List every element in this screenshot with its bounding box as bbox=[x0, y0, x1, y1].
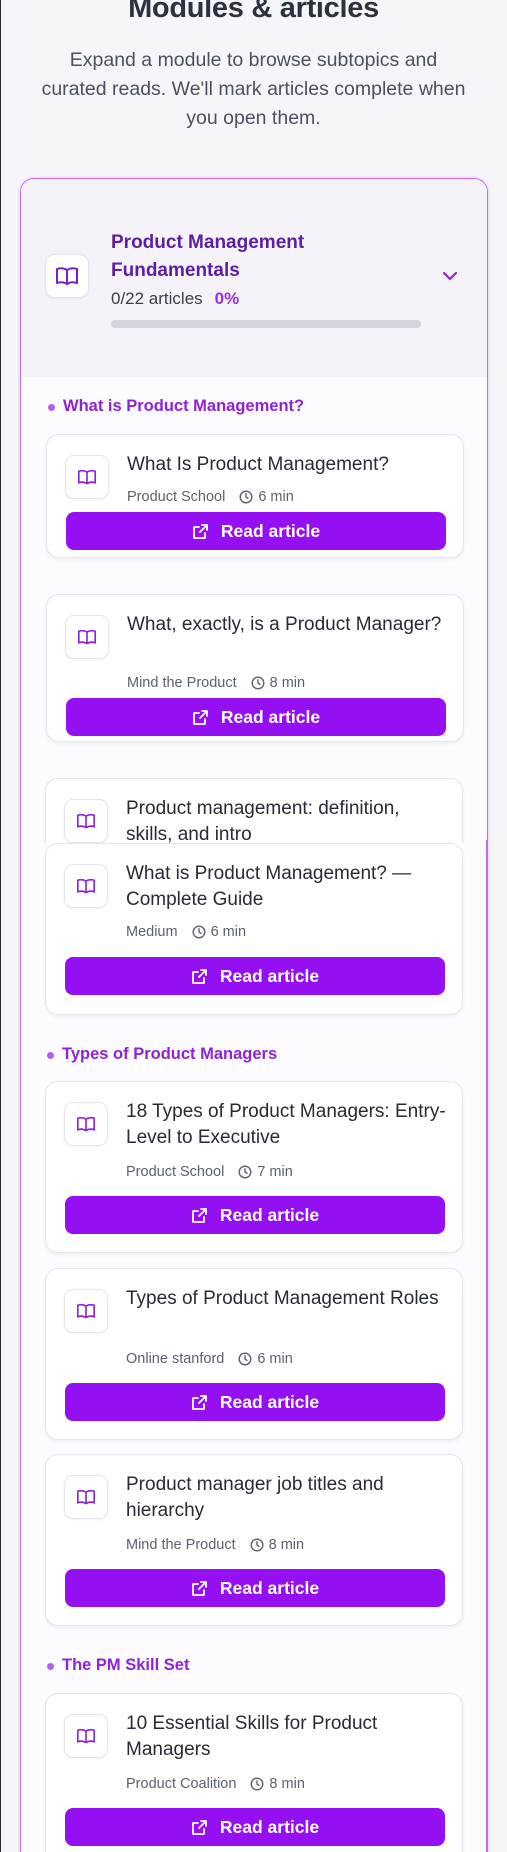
section-label[interactable]: Types of Product Managers bbox=[46, 1045, 277, 1064]
article-title: Types of Product Management Roles bbox=[126, 1288, 439, 1309]
clock-icon bbox=[250, 1777, 264, 1791]
clock-icon bbox=[238, 1352, 252, 1366]
article-duration: 7 min bbox=[257, 1164, 293, 1180]
article-meta: Product School 7 min bbox=[126, 1164, 293, 1180]
read-article-button[interactable]: Read article bbox=[65, 1808, 445, 1846]
read-article-button[interactable]: Read article bbox=[65, 957, 445, 995]
book-icon bbox=[45, 254, 89, 298]
article-card: 18 Types of Product Managers: Entry-Leve… bbox=[45, 1081, 463, 1253]
module-title: Product Management Fundamentals bbox=[111, 232, 305, 281]
article-title: 18 Types of Product Managers: Entry-Leve… bbox=[126, 1101, 446, 1148]
book-icon bbox=[64, 1714, 108, 1758]
read-article-label: Read article bbox=[219, 1816, 320, 1837]
article-duration: 8 min bbox=[269, 1776, 305, 1792]
clock-icon bbox=[238, 1165, 252, 1179]
read-article-label: Read article bbox=[220, 706, 321, 727]
module-header[interactable]: Product Management Fundamentals 0/22 art… bbox=[21, 179, 487, 377]
article-meta: Mind the Product 8 min bbox=[127, 675, 305, 691]
article-card: Product management: definition, skills, … bbox=[45, 778, 463, 843]
read-article-button[interactable]: Read article bbox=[66, 698, 446, 736]
external-link-icon bbox=[191, 1207, 207, 1223]
module-progress-bar bbox=[111, 320, 421, 328]
clipped-card-region: Product management: definition, skills, … bbox=[20, 778, 488, 843]
module-progress-count: 0/22 articles bbox=[111, 289, 203, 308]
book-icon bbox=[64, 1475, 108, 1519]
page-title: Modules & articles bbox=[128, 0, 379, 24]
article-card: 10 Essential Skills for Product Managers… bbox=[45, 1693, 463, 1852]
read-article-label: Read article bbox=[219, 1577, 320, 1598]
article-title: 10 Essential Skills for Product Managers bbox=[126, 1713, 378, 1760]
article-meta: Product Coalition 8 min bbox=[126, 1776, 305, 1792]
article-card: What Is Product Management? Product Scho… bbox=[46, 434, 464, 558]
external-link-icon bbox=[192, 523, 208, 539]
article-card: What, exactly, is a Product Manager? Min… bbox=[46, 594, 464, 742]
article-meta: Online stanford 6 min bbox=[126, 1351, 293, 1367]
article-duration: 8 min bbox=[269, 675, 306, 691]
book-icon bbox=[64, 864, 108, 908]
clock-icon bbox=[251, 676, 265, 690]
module-progress: 0/22 articles 0% bbox=[111, 289, 239, 309]
article-card: What is Product Management? — Complete G… bbox=[45, 843, 463, 1015]
book-icon bbox=[65, 455, 109, 499]
clock-icon bbox=[250, 1538, 264, 1552]
read-article-label: Read article bbox=[220, 520, 321, 541]
article-title: What Is Product Management? bbox=[127, 454, 389, 475]
module-border bbox=[486, 840, 488, 1852]
article-source: Medium bbox=[126, 924, 178, 940]
article-source: Product School bbox=[126, 1164, 225, 1180]
clock-icon bbox=[239, 490, 253, 504]
external-link-icon bbox=[192, 709, 208, 725]
clock-icon bbox=[192, 925, 206, 939]
article-duration: 6 min bbox=[257, 1351, 293, 1367]
page-edge bbox=[0, 0, 1, 1852]
read-article-button[interactable]: Read article bbox=[66, 512, 446, 550]
book-icon bbox=[65, 615, 109, 659]
article-duration: 6 min bbox=[210, 924, 247, 940]
external-link-icon bbox=[191, 1819, 207, 1835]
article-source: Product Coalition bbox=[126, 1776, 237, 1792]
article-card: Product manager job titles and hierarchy… bbox=[45, 1454, 463, 1626]
article-meta: Mind the Product 8 min bbox=[126, 1537, 304, 1553]
article-duration: 6 min bbox=[258, 489, 294, 505]
article-source: Online stanford bbox=[126, 1351, 225, 1367]
article-duration: 8 min bbox=[268, 1537, 305, 1553]
article-title: Product management: definition, skills, … bbox=[126, 798, 400, 843]
section-label[interactable]: What is Product Management? bbox=[47, 397, 304, 416]
article-source: Mind the Product bbox=[126, 1537, 236, 1553]
read-article-label: Read article bbox=[219, 1391, 320, 1412]
external-link-icon bbox=[191, 1580, 207, 1596]
article-title: What is Product Management? — Complete G… bbox=[126, 863, 412, 910]
article-source: Mind the Product bbox=[127, 675, 237, 691]
article-card: Types of Product Management Roles Online… bbox=[45, 1268, 463, 1440]
section-label[interactable]: The PM Skill Set bbox=[46, 1656, 189, 1675]
read-article-button[interactable]: Read article bbox=[65, 1196, 445, 1234]
module-progress-percent: 0% bbox=[214, 289, 240, 308]
article-meta: Medium 6 min bbox=[126, 924, 246, 940]
read-article-button[interactable]: Read article bbox=[65, 1383, 445, 1421]
page-subtitle: Expand a module to browse subtopics and … bbox=[41, 49, 466, 129]
article-title: What, exactly, is a Product Manager? bbox=[127, 614, 442, 635]
book-icon bbox=[64, 1289, 108, 1333]
read-article-button[interactable]: Read article bbox=[65, 1569, 445, 1607]
external-link-icon bbox=[191, 968, 207, 984]
article-meta: Product School 6 min bbox=[127, 489, 294, 505]
read-article-label: Read article bbox=[219, 965, 320, 986]
book-icon bbox=[64, 1102, 108, 1146]
read-article-label: Read article bbox=[219, 1204, 320, 1225]
article-title: Product manager job titles and hierarchy bbox=[126, 1474, 384, 1521]
book-icon bbox=[64, 799, 108, 843]
external-link-icon bbox=[191, 1394, 207, 1410]
chevron-down-icon[interactable] bbox=[439, 265, 461, 287]
article-source: Product School bbox=[127, 489, 226, 505]
